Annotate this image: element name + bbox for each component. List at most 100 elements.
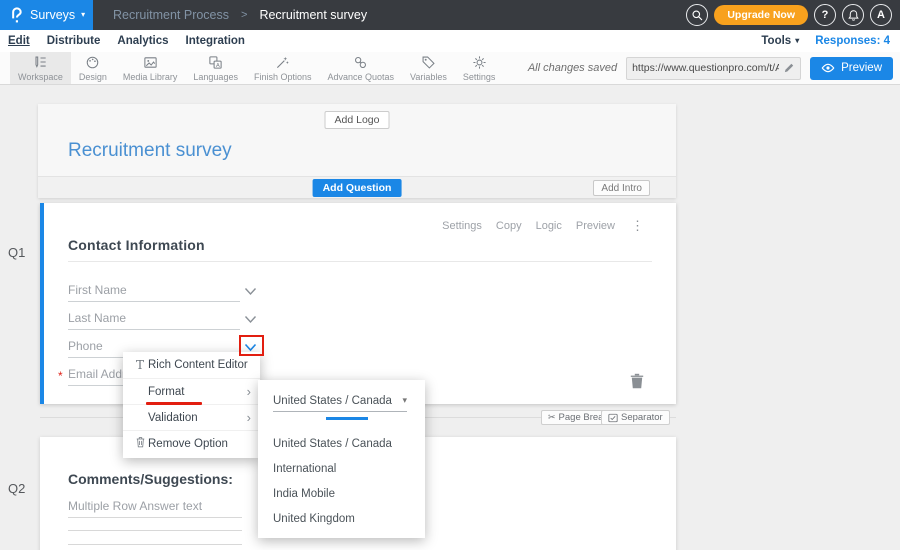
editor-toolbar: Workspace Design Media Library A <box>0 52 900 85</box>
question-preview-link[interactable]: Preview <box>576 220 615 232</box>
toolbar-item-settings[interactable]: Settings <box>455 52 504 84</box>
red-annotation-box <box>239 335 264 356</box>
edit-pencil-icon[interactable] <box>783 62 795 74</box>
toolbar-item-advance-quotas[interactable]: Advance Quotas <box>319 52 402 84</box>
answer-line[interactable] <box>68 517 242 518</box>
question1-number: Q1 <box>8 245 25 260</box>
languages-icon: A <box>208 55 223 70</box>
surveys-menu-button[interactable]: Surveys ▾ <box>0 0 93 30</box>
chevron-right-icon: › <box>247 411 251 424</box>
survey-url-box <box>626 57 801 80</box>
tools-menu[interactable]: Tools ▾ <box>761 35 799 47</box>
toolbar-right-group: All changes saved Preview <box>528 52 900 84</box>
preview-button-label: Preview <box>841 62 882 74</box>
add-question-band: Add Question Add Intro <box>38 176 676 198</box>
toolbar-item-variables[interactable]: Variables <box>402 52 455 84</box>
survey-title[interactable]: Recruitment survey <box>68 140 232 162</box>
field-row-first-name[interactable]: First Name <box>68 283 240 302</box>
menu-item-label: Validation <box>148 412 198 424</box>
tab-distribute[interactable]: Distribute <box>47 35 101 47</box>
account-button[interactable]: A <box>870 4 892 26</box>
responses-count[interactable]: Responses: 4 <box>815 35 890 47</box>
format-option-us-canada[interactable]: United States / Canada <box>273 438 392 450</box>
field-row-last-name[interactable]: Last Name <box>68 311 240 330</box>
format-select[interactable]: United States / Canada ▾ <box>273 390 407 412</box>
delete-question-trash-icon[interactable] <box>630 373 644 389</box>
question1-title-divider <box>68 261 652 262</box>
toolbar-item-finish-options[interactable]: Finish Options <box>246 52 320 84</box>
chevron-down-icon[interactable] <box>244 315 257 324</box>
red-annotation-underline <box>146 402 202 405</box>
surveys-label: Surveys <box>30 8 75 22</box>
toolbar-item-media-library[interactable]: Media Library <box>115 52 186 84</box>
select-focus-underline <box>326 417 368 420</box>
caret-down-icon: ▾ <box>402 395 407 406</box>
trash-outline-icon <box>132 436 148 451</box>
toolbar-item-label: Languages <box>193 72 238 82</box>
required-asterisk: * <box>58 369 63 383</box>
chevron-right-icon: › <box>247 385 251 398</box>
phone-format-submenu: United States / Canada ▾ United States /… <box>258 380 425 538</box>
field-label: Last Name <box>68 311 126 325</box>
question1-title[interactable]: Contact Information <box>68 237 205 253</box>
menu-item-label: Rich Content Editor <box>148 359 248 371</box>
separator-button[interactable]: Separator <box>601 410 670 425</box>
toolbar-item-label: Variables <box>410 72 447 82</box>
menu-item-remove-option[interactable]: Remove Option <box>123 430 260 456</box>
preview-button[interactable]: Preview <box>810 57 893 80</box>
add-logo-button[interactable]: Add Logo <box>325 111 390 129</box>
add-intro-button[interactable]: Add Intro <box>593 180 650 196</box>
topbar-actions: Upgrade Now ? A <box>686 4 900 26</box>
format-selected-value: United States / Canada <box>273 395 392 407</box>
tabs-right-group: Tools ▾ Responses: 4 <box>761 35 890 47</box>
question-copy-link[interactable]: Copy <box>496 220 522 232</box>
magic-wand-icon <box>275 55 290 70</box>
workspace-icon <box>33 55 48 70</box>
toolbar-item-label: Finish Options <box>254 72 312 82</box>
toolbar-item-design[interactable]: Design <box>71 52 115 84</box>
autosave-status: All changes saved <box>528 62 617 74</box>
tab-integration[interactable]: Integration <box>186 35 245 47</box>
upgrade-now-button[interactable]: Upgrade Now <box>714 5 808 25</box>
breadcrumb-separator-icon: > <box>241 9 247 21</box>
chevron-down-icon[interactable] <box>244 287 257 296</box>
menu-item-format[interactable]: Format › <box>123 378 260 404</box>
format-option-united-kingdom[interactable]: United Kingdom <box>273 513 355 525</box>
tag-icon <box>421 55 436 70</box>
toolbar-item-label: Settings <box>463 72 496 82</box>
survey-url-input[interactable] <box>632 62 779 74</box>
breadcrumb-folder[interactable]: Recruitment Process <box>113 8 229 22</box>
toolbar-item-label: Advance Quotas <box>327 72 394 82</box>
search-button[interactable] <box>686 4 708 26</box>
toolbar-item-workspace[interactable]: Workspace <box>10 52 71 84</box>
svg-text:A: A <box>216 62 220 68</box>
format-option-india-mobile[interactable]: India Mobile <box>273 488 335 500</box>
menu-item-validation[interactable]: Validation › <box>123 404 260 430</box>
add-question-button[interactable]: Add Question <box>313 179 402 197</box>
survey-header-card: Add Logo Recruitment survey Add Question… <box>38 104 676 198</box>
multirow-answer-placeholder[interactable]: Multiple Row Answer text <box>68 499 202 513</box>
format-option-international[interactable]: International <box>273 463 336 475</box>
media-library-icon <box>143 55 158 70</box>
caret-down-icon: ▾ <box>795 37 799 45</box>
question-logic-link[interactable]: Logic <box>536 220 562 232</box>
breadcrumb: Recruitment Process > Recruitment survey <box>113 8 367 22</box>
kebab-menu-icon[interactable]: ⋮ <box>631 218 644 234</box>
help-button[interactable]: ? <box>814 4 836 26</box>
answer-line[interactable] <box>68 544 242 545</box>
notifications-button[interactable] <box>842 4 864 26</box>
toolbar-item-languages[interactable]: A Languages <box>185 52 246 84</box>
question-settings-link[interactable]: Settings <box>442 220 482 232</box>
answer-line[interactable] <box>68 530 242 531</box>
field-label: First Name <box>68 283 127 297</box>
question2-title[interactable]: Comments/Suggestions: <box>68 471 233 487</box>
toolbar-item-label: Media Library <box>123 72 178 82</box>
breadcrumb-current: Recruitment survey <box>259 8 367 22</box>
separator-label: Separator <box>621 412 663 423</box>
design-palette-icon <box>85 55 100 70</box>
toolbar-item-label: Design <box>79 72 107 82</box>
top-navbar: Surveys ▾ Recruitment Process > Recruitm… <box>0 0 900 30</box>
tab-analytics[interactable]: Analytics <box>117 35 168 47</box>
scissors-icon: ✂ <box>548 413 556 422</box>
tab-edit[interactable]: Edit <box>8 35 30 47</box>
